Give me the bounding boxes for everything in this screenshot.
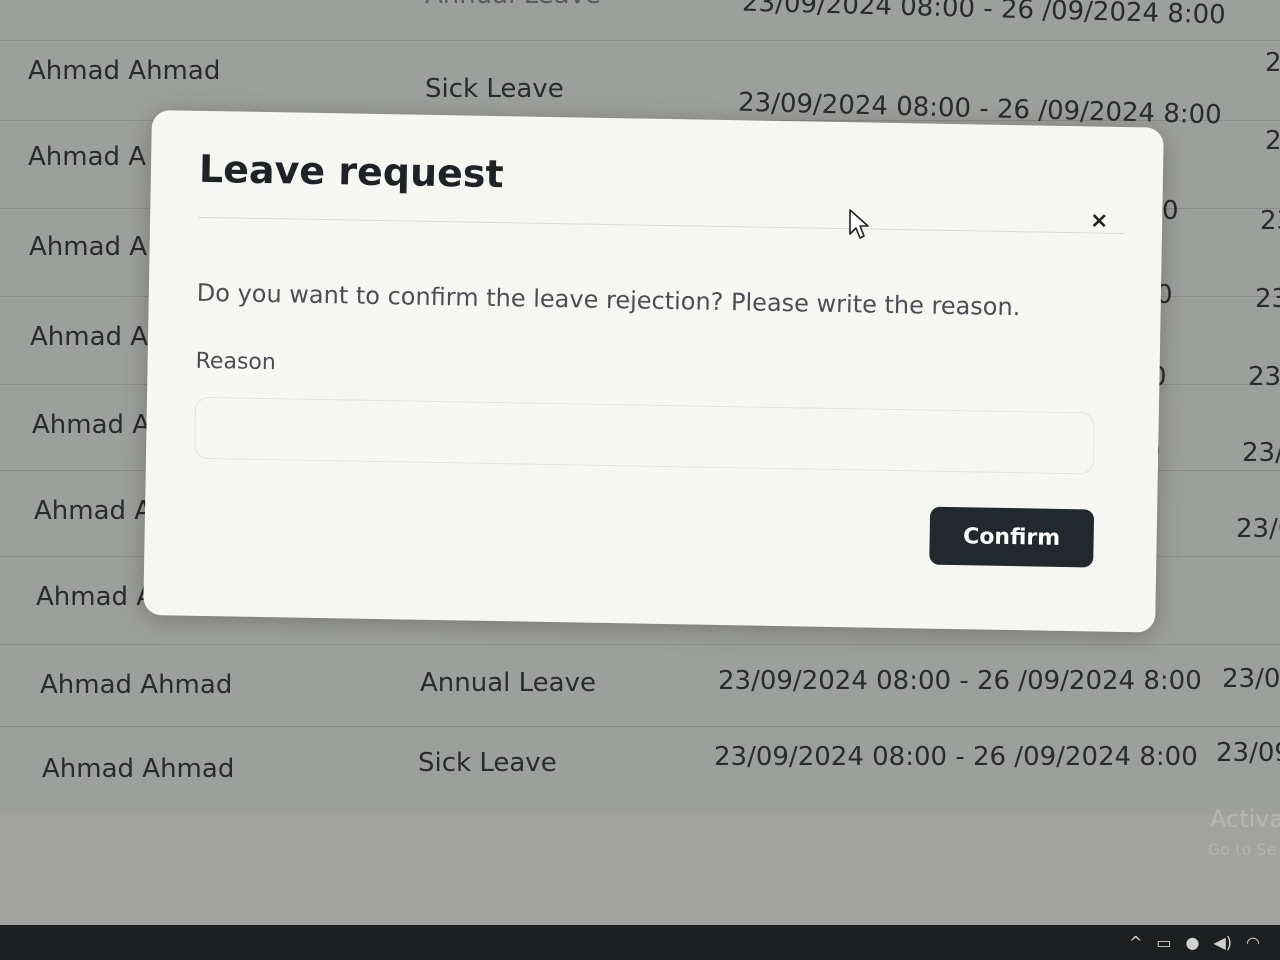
activation-watermark-sub: Go to Se	[1208, 840, 1277, 859]
employee-name: Ahmad Ahmad	[42, 754, 235, 784]
wifi-icon[interactable]: ◠	[1246, 933, 1260, 952]
screen: Annual Leave 23/09/2024 08:00 - 26 /09/2…	[0, 0, 1280, 960]
employee-name: Ahmad Ahmad	[28, 56, 221, 86]
employee-name: Ahmad A	[36, 582, 155, 612]
row-tail: 23/0	[1242, 438, 1280, 468]
chevron-up-icon[interactable]: ^	[1129, 933, 1142, 952]
reason-label: Reason	[195, 348, 277, 376]
close-icon[interactable]: ×	[1086, 208, 1112, 234]
leave-period: 23/09/2024 08:00 - 26 /09/2024 8:00	[741, 0, 1227, 31]
row-tail: 23/09/	[1216, 738, 1280, 768]
employee-name: Ahmad A	[32, 410, 151, 440]
leave-type: Annual Leave	[420, 668, 596, 698]
reason-input[interactable]	[193, 396, 1095, 475]
network-icon[interactable]: ●	[1186, 933, 1200, 952]
leave-period: 23/09/2024 08:00 - 26 /09/2024 8:00	[718, 666, 1202, 696]
taskbar: ^ ▭ ● ◀) ◠	[0, 925, 1280, 960]
battery-icon[interactable]: ▭	[1156, 933, 1171, 952]
employee-name: Ahmad Ahmad	[40, 670, 233, 700]
activation-watermark: Activa	[1210, 805, 1280, 833]
leave-type: Sick Leave	[418, 748, 557, 778]
page-footer-area	[0, 815, 1280, 925]
volume-icon[interactable]: ◀)	[1213, 933, 1232, 952]
confirm-button[interactable]: Confirm	[929, 506, 1095, 568]
table-row: Annual Leave 23/09/2024 08:00 - 26 /09/2…	[0, 0, 1280, 41]
row-tail: 23/09	[1222, 664, 1280, 694]
system-tray: ^ ▭ ● ◀) ◠	[1129, 933, 1260, 952]
row-tail: 2	[1265, 48, 1280, 78]
row-tail: 23	[1260, 206, 1280, 236]
leave-request-dialog: Leave request × Do you want to confirm t…	[143, 110, 1164, 633]
dialog-message: Do you want to confirm the leave rejecti…	[196, 278, 1021, 322]
table-row[interactable]: Ahmad Ahmad Sick Leave 23/09/2024 08:00 …	[0, 726, 1280, 814]
mouse-pointer-icon	[849, 209, 869, 239]
dialog-divider	[198, 216, 1125, 234]
row-tail: 23/	[1248, 362, 1280, 392]
row-tail: 2	[1265, 126, 1280, 156]
row-tail: 23	[1255, 284, 1280, 314]
leave-period: 23/09/2024 08:00 - 26 /09/2024 8:00	[714, 742, 1198, 772]
employee-name: Ahmad A	[29, 232, 148, 262]
table-row[interactable]: Ahmad Ahmad Sick Leave 23/09/2024 08:00 …	[0, 40, 1280, 130]
row-edge-fragment: 0	[1162, 196, 1179, 226]
row-tail: 23/0	[1236, 514, 1280, 544]
leave-type: Sick Leave	[425, 74, 564, 104]
employee-name: Ahmad A	[34, 496, 153, 526]
leave-type: Annual Leave	[425, 0, 601, 10]
table-row[interactable]: Ahmad Ahmad Annual Leave 23/09/2024 08:0…	[0, 644, 1280, 727]
employee-name: Ahmad A	[30, 322, 149, 352]
employee-name: Ahmad A	[28, 142, 147, 172]
dialog-title: Leave request	[198, 146, 505, 197]
